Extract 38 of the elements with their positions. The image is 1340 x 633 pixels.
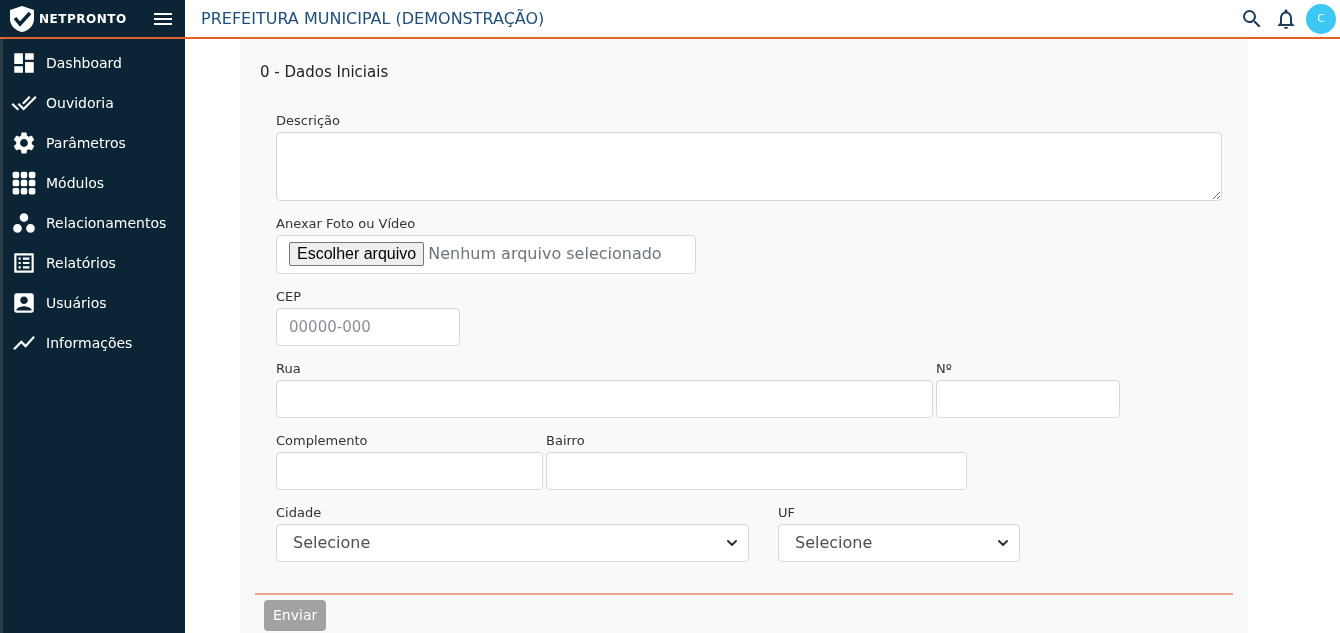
field-label: Rua bbox=[276, 359, 302, 378]
circle-dots-icon bbox=[11, 210, 37, 236]
list-icon bbox=[11, 250, 37, 276]
select-dropdown[interactable]: Selecione bbox=[276, 523, 749, 562]
sidebar-item[interactable]: Usuários bbox=[3, 283, 185, 323]
sidebar-item[interactable]: Relatórios bbox=[3, 243, 185, 283]
field-label: CEP bbox=[276, 287, 303, 306]
page-title: PREFEITURA MUNICIPAL (DEMONSTRAÇÃO) bbox=[201, 7, 545, 30]
dashboard-icon bbox=[11, 50, 37, 76]
field-label: Nº bbox=[936, 359, 953, 378]
sidebar-item[interactable]: Ouvidoria bbox=[3, 83, 185, 123]
grid-icon bbox=[11, 170, 37, 196]
field-label: UF bbox=[778, 503, 796, 522]
sidebar-item[interactable]: Módulos bbox=[3, 163, 185, 203]
field-label: Cidade bbox=[276, 503, 323, 522]
sidebar-item[interactable]: Parâmetros bbox=[3, 123, 185, 163]
sidebar-item[interactable]: Informações bbox=[3, 323, 185, 363]
description-textarea[interactable] bbox=[276, 131, 1222, 201]
text-input[interactable] bbox=[276, 379, 933, 418]
field-label: Anexar Foto ou Vídeo bbox=[276, 214, 417, 233]
text-input[interactable] bbox=[546, 451, 967, 490]
text-input[interactable] bbox=[936, 379, 1120, 418]
select-dropdown[interactable]: Selecione bbox=[778, 523, 1020, 562]
field-label: Descrição bbox=[276, 111, 341, 130]
text-input[interactable]: 00000-000 bbox=[276, 307, 460, 346]
text-input[interactable] bbox=[276, 451, 543, 490]
file-input[interactable]: Escolher arquivo Nenhum arquivo selecionado bbox=[276, 234, 696, 274]
field-label: Complemento bbox=[276, 431, 369, 450]
file-status-text: Nenhum arquivo selecionado bbox=[428, 243, 662, 265]
sidebar-item[interactable]: Dashboard bbox=[3, 43, 185, 83]
choose-file-button[interactable]: Escolher arquivo bbox=[289, 242, 425, 266]
field-label: Bairro bbox=[546, 431, 586, 450]
user-icon bbox=[11, 290, 37, 316]
section-title: 0 - Dados Iniciais bbox=[260, 62, 390, 83]
shield-check-logo-icon bbox=[8, 4, 36, 33]
brand-name: NETPRONTO bbox=[39, 10, 127, 28]
gear-icon bbox=[11, 130, 37, 156]
sidebar-item[interactable]: Relacionamentos bbox=[3, 203, 185, 243]
